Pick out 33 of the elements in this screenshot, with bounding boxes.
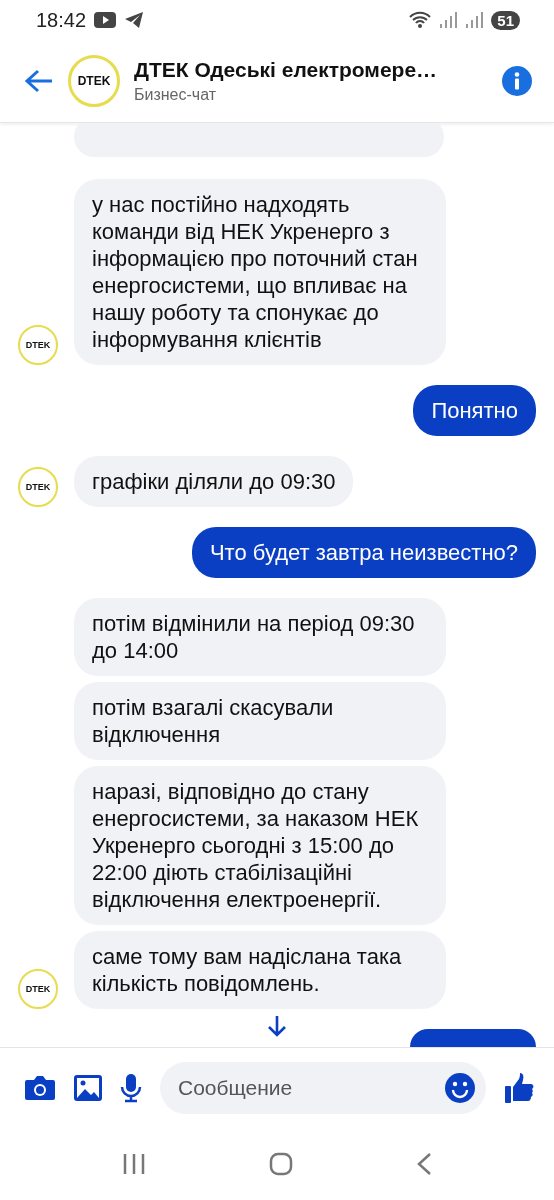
video-icon xyxy=(94,12,117,28)
sender-avatar: DTEK xyxy=(18,969,58,1009)
status-time: 18:42 xyxy=(36,8,87,32)
message-bubble: саме тому вам надіслана така кількість повідомлень. xyxy=(74,931,446,1009)
contact-logo: DTEK xyxy=(68,55,120,107)
recent-apps-icon[interactable] xyxy=(121,1153,146,1175)
sender-avatar: DTEK xyxy=(18,325,58,365)
signal-icon xyxy=(439,11,458,29)
message-bubble: графіки діляли до 09:30 xyxy=(74,456,354,507)
wifi-icon xyxy=(409,11,432,29)
emoji-icon[interactable] xyxy=(445,1073,475,1103)
message-bubble: наразі, відповідно до стану енергосистеми, за наказом НЕК Укренерго сьогодні з 15:00 до 22:00 діють стабілізаційні відключення електроенергії. xyxy=(74,766,446,925)
down-arrow-icon xyxy=(267,1015,287,1037)
message-bubble: Что будет завтра неизвестно? xyxy=(191,527,536,578)
camera-icon[interactable] xyxy=(24,1075,56,1101)
thumbs-up-icon[interactable] xyxy=(504,1072,534,1104)
info-icon[interactable] xyxy=(502,66,532,96)
microphone-icon[interactable] xyxy=(120,1073,142,1103)
sender-avatar: DTEK xyxy=(18,467,58,507)
chat-subtitle: Бизнес-чат xyxy=(134,86,218,104)
signal-icon xyxy=(465,11,484,29)
battery-level: 51 xyxy=(491,10,520,30)
image-icon[interactable] xyxy=(74,1075,102,1101)
message-bubble: Понятно xyxy=(413,385,536,436)
message-field[interactable]: Сообщение xyxy=(160,1062,486,1114)
back-icon[interactable] xyxy=(416,1152,433,1176)
paper-plane-icon xyxy=(124,11,145,29)
message-bubble: потім взагалі скасували відключення xyxy=(74,682,446,760)
back-icon[interactable] xyxy=(24,68,54,94)
message-bubble: у нас постійно надходять команди від НЕК Укренерго з інформацією про поточний стан енергосистеми, що впливає на нашу роботу та спонукає до інформування клієнтів xyxy=(74,179,446,365)
home-icon[interactable] xyxy=(269,1152,293,1176)
message-bubble: потім відмінили на період 09:30 до 14:00 xyxy=(74,598,446,676)
chat-title: ДТЕК Одеські електромере… xyxy=(134,58,439,82)
